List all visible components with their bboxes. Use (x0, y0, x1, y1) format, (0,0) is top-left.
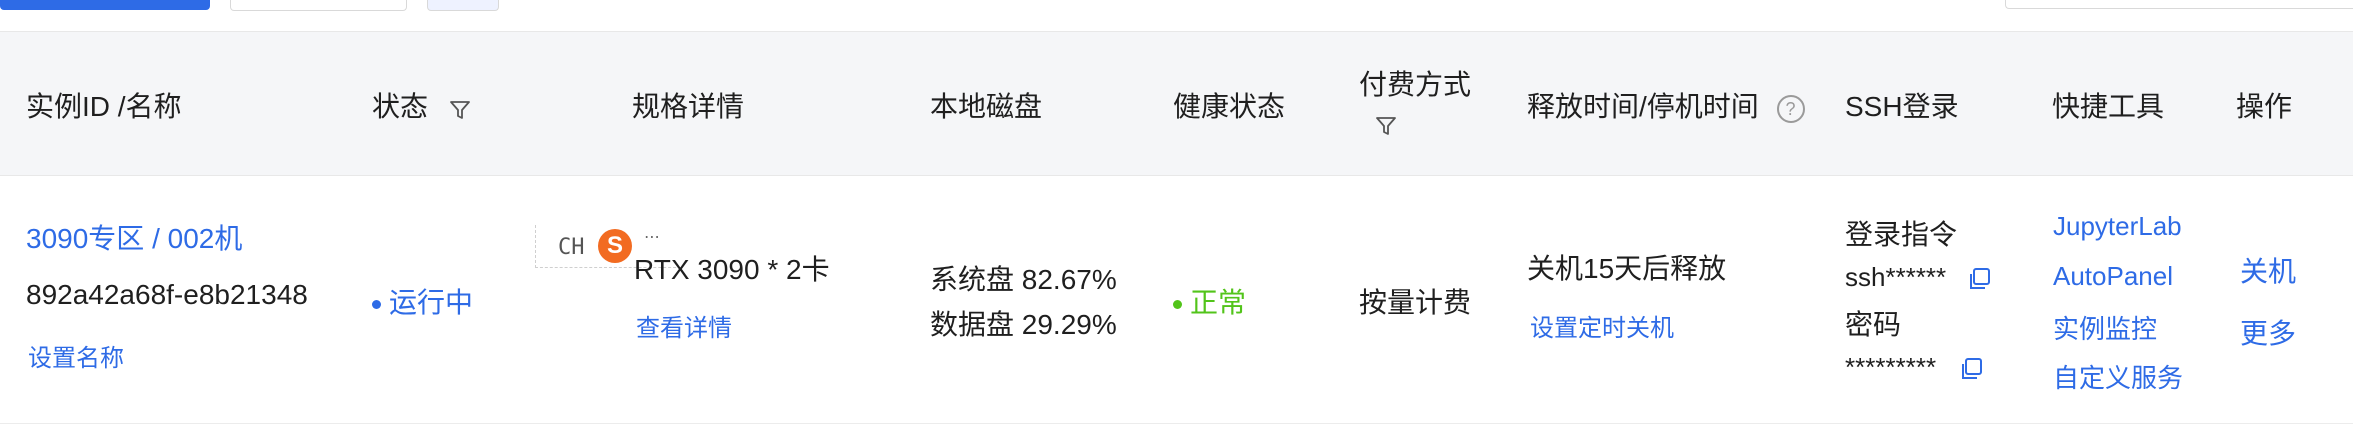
copy-icon[interactable] (1967, 266, 1993, 292)
system-disk-usage: 系统盘 82.67% (930, 264, 1117, 295)
ime-logo-icon[interactable]: S (598, 229, 632, 263)
header-instance: 实例ID /名称 (26, 91, 182, 122)
filter-icon[interactable] (1374, 113, 1398, 137)
ime-more-icon[interactable]: ⋯ (644, 227, 660, 247)
spec-text: RTX 3090 * 2卡 (634, 254, 830, 285)
instance-name-link[interactable]: 3090专区 / 002机 (26, 217, 242, 257)
header-billing: 付费方式 (1359, 63, 1471, 137)
filter-icon[interactable] (448, 97, 472, 121)
health-badge: 正常 (1173, 281, 1246, 321)
table-header: 实例ID /名称 状态 规格详情 本地磁盘 健康状态 付费方式 释放时间/停机时… (0, 31, 2353, 176)
header-release: 释放时间/停机时间 ? (1527, 85, 1805, 125)
tool-jupyterlab-link[interactable]: JupyterLab (2053, 211, 2182, 242)
table-row: 3090专区 / 002机 892a42a68f-e8b21348 设置名称 运… (0, 175, 2353, 424)
password-value: ********* (1845, 352, 1937, 382)
instance-id: 892a42a68f-e8b21348 (26, 279, 308, 310)
header-status: 状态 (372, 85, 472, 125)
header-ssh: SSH登录 (1845, 91, 1959, 122)
tool-monitor-link[interactable]: 实例监控 (2053, 309, 2157, 346)
password-label: 密码 (1845, 309, 1902, 340)
status-badge: 运行中 (372, 281, 473, 321)
set-timer-link[interactable]: 设置定时关机 (1530, 308, 1674, 343)
tool-autopanel-link[interactable]: AutoPanel (2053, 261, 2173, 292)
header-billing-label: 付费方式 (1359, 69, 1472, 100)
more-actions-button[interactable]: 更多 (2240, 312, 2296, 352)
data-disk-usage: 数据盘 29.29% (930, 309, 1117, 340)
release-policy: 关机15天后释放 (1527, 253, 1727, 284)
billing-type: 按量计费 (1359, 287, 1472, 318)
login-cmd-label: 登录指令 (1845, 219, 1958, 250)
secondary-action-button[interactable] (230, 0, 407, 11)
login-cmd-value: ssh****** (1845, 262, 1947, 292)
shutdown-button[interactable]: 关机 (2240, 250, 2296, 290)
header-tools: 快捷工具 (2052, 91, 2165, 122)
header-status-label: 状态 (372, 91, 429, 122)
header-spec: 规格详情 (632, 91, 745, 122)
search-input[interactable] (2005, 0, 2353, 9)
password-row: ********* (1845, 352, 1985, 383)
health-label: 正常 (1190, 287, 1247, 318)
header-actions: 操作 (2236, 91, 2293, 122)
tertiary-action-button[interactable] (427, 0, 499, 11)
toolbar (0, 0, 2353, 30)
status-dot-icon (372, 300, 381, 310)
status-dot-icon (1173, 300, 1182, 310)
login-cmd-row: ssh****** (1845, 262, 1993, 293)
spec-detail-link[interactable]: 查看详情 (636, 308, 732, 343)
ime-mode-label[interactable]: CH (558, 235, 585, 260)
copy-icon[interactable] (1959, 356, 1985, 382)
status-label: 运行中 (389, 287, 474, 318)
help-icon[interactable]: ? (1776, 94, 1805, 123)
header-health: 健康状态 (1173, 91, 1286, 122)
tool-custom-service-link[interactable]: 自定义服务 (2053, 358, 2183, 395)
set-name-link[interactable]: 设置名称 (28, 338, 124, 373)
primary-action-button[interactable] (0, 0, 210, 10)
header-disk: 本地磁盘 (930, 91, 1043, 122)
header-release-label: 释放时间/停机时间 (1527, 91, 1759, 122)
